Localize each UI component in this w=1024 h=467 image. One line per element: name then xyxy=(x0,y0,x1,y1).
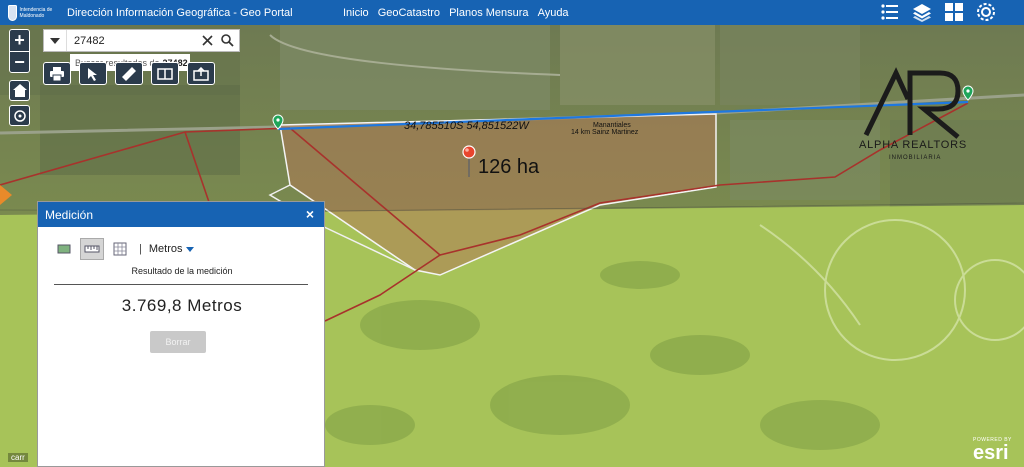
result-title: Resultado de la medición xyxy=(131,266,233,276)
coordinates-label: 34,785510S 54,851522W xyxy=(404,120,529,132)
measure-panel-header: Medición × xyxy=(38,202,324,227)
app-header: Intendencia de Maldonado Dirección Infor… xyxy=(0,0,1024,25)
divider xyxy=(54,284,308,285)
home-icon xyxy=(12,84,27,97)
settings-icon[interactable] xyxy=(976,2,996,22)
place-label-line1: Manantiales xyxy=(593,122,631,129)
map-toolbar xyxy=(43,62,215,85)
esri-attribution[interactable]: POWERED BY esri xyxy=(973,437,1012,463)
locate-button[interactable] xyxy=(9,105,30,126)
measure-panel: Medición × | Metros Resultado de la medi… xyxy=(37,201,325,467)
header-tools xyxy=(880,2,996,22)
close-icon xyxy=(201,35,213,46)
share-button[interactable] xyxy=(187,62,215,85)
share-icon xyxy=(193,66,209,81)
list-icon[interactable] xyxy=(880,2,900,22)
logo-text: Intendencia de Maldonado xyxy=(19,6,53,19)
crosshair-icon xyxy=(13,109,26,122)
compare-button[interactable] xyxy=(151,62,179,85)
area-icon xyxy=(57,244,71,254)
distance-icon xyxy=(84,245,100,253)
nav-geocatastro[interactable]: GeoCatastro xyxy=(378,7,440,19)
zoom-control: + − xyxy=(9,29,30,73)
identify-button[interactable] xyxy=(79,62,107,85)
layers-icon[interactable] xyxy=(912,2,932,22)
alpha-realtors-sub: INMOBILIARIA xyxy=(889,155,942,161)
place-label: Manantiales 14 km Sainz Martinez xyxy=(571,122,638,136)
area-label: 126 ha xyxy=(478,156,540,178)
shield-icon xyxy=(8,4,17,21)
main-nav: Inicio GeoCatastro Planos Mensura Ayuda xyxy=(343,0,569,25)
unit-dropdown[interactable]: Metros xyxy=(149,243,195,255)
printer-icon xyxy=(50,66,64,81)
nav-planos-mensura[interactable]: Planos Mensura xyxy=(449,7,529,19)
search-input[interactable] xyxy=(67,34,197,47)
search-icon xyxy=(220,34,234,47)
search-button[interactable] xyxy=(217,30,237,51)
zoom-out-button[interactable]: − xyxy=(10,51,29,72)
location-grid-icon xyxy=(113,242,127,256)
search-box xyxy=(43,29,240,52)
alpha-realtors-name: ALPHA REALTORS xyxy=(859,139,967,151)
compare-icon xyxy=(157,67,173,80)
grid-icon[interactable] xyxy=(944,2,964,22)
measure-modes: | Metros xyxy=(52,238,195,260)
app-title: Dirección Información Geográfica - Geo P… xyxy=(67,6,293,19)
place-label-line2: 14 km Sainz Martinez xyxy=(571,129,639,136)
nav-ayuda[interactable]: Ayuda xyxy=(538,7,569,19)
intendencia-logo[interactable]: Intendencia de Maldonado xyxy=(8,4,58,22)
print-button[interactable] xyxy=(43,62,71,85)
measure-location-button[interactable] xyxy=(108,238,132,260)
measure-button[interactable] xyxy=(115,62,143,85)
zoom-in-button[interactable]: + xyxy=(10,30,29,51)
clear-button[interactable]: Borrar xyxy=(150,331,206,353)
measure-area-button[interactable] xyxy=(52,238,76,260)
measure-distance-button[interactable] xyxy=(80,238,104,260)
scale-text: carr xyxy=(8,453,28,462)
search-source-dropdown[interactable] xyxy=(44,30,67,51)
home-button[interactable] xyxy=(9,80,30,101)
unit-label: Metros xyxy=(148,243,183,255)
caret-down-icon xyxy=(186,246,195,252)
caret-down-icon xyxy=(50,37,60,44)
measure-panel-title: Medición xyxy=(45,207,94,222)
result-value: 3.769,8 Metros xyxy=(121,296,243,315)
pointer-icon xyxy=(88,67,97,81)
mode-separator: | xyxy=(139,243,142,255)
search-clear-button[interactable] xyxy=(197,30,217,51)
ruler-icon xyxy=(122,66,136,81)
nav-inicio[interactable]: Inicio xyxy=(343,7,369,19)
esri-logo: esri xyxy=(973,442,1009,464)
close-icon[interactable]: × xyxy=(306,206,314,222)
